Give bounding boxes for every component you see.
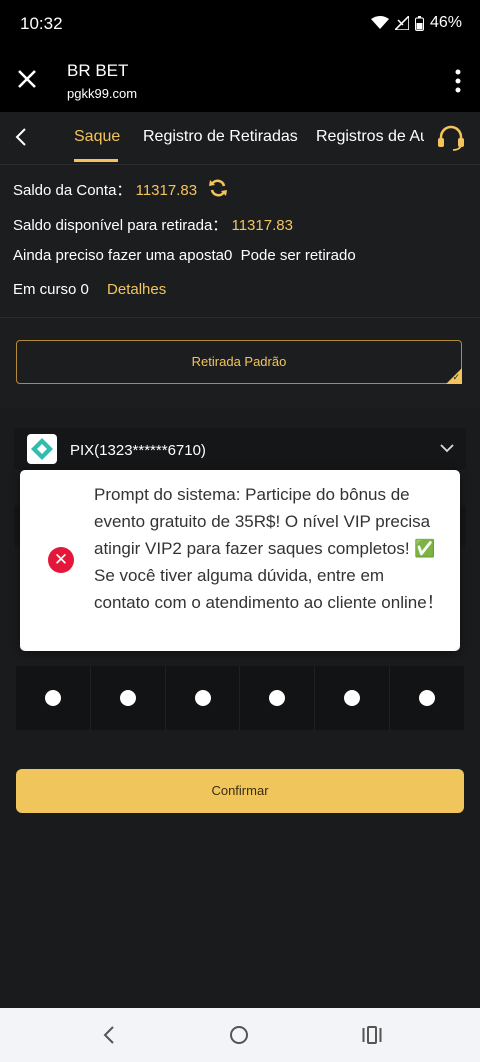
pin-dot [344, 690, 361, 706]
site-url: pgkk99.com [67, 86, 138, 101]
pin-cell[interactable] [240, 666, 316, 730]
tab-saque[interactable]: Saque [74, 128, 120, 146]
active-tab-indicator [74, 159, 118, 162]
pix-icon [27, 434, 57, 464]
tab-registros-auditoria[interactable]: Registros de Au [316, 128, 424, 146]
detalhes-link[interactable]: Detalhes [107, 281, 166, 298]
refresh-icon[interactable] [208, 178, 228, 198]
confirm-label: Confirmar [211, 783, 269, 798]
pin-dot [269, 690, 286, 706]
tab-registro-retiradas[interactable]: Registro de Retiradas [143, 128, 298, 146]
close-icon[interactable] [14, 66, 40, 92]
pin-dot [194, 690, 211, 706]
saldo-disponivel-label: Saldo disponível para retirada： [13, 217, 228, 234]
status-bar: 10:32 46% [0, 0, 480, 48]
chevron-left-icon[interactable] [12, 126, 32, 148]
saldo-disponivel-value: 11317.83 [231, 217, 293, 234]
em-curso-row: Em curso 0 Detalhes [13, 281, 166, 298]
more-vert-icon[interactable] [454, 69, 462, 93]
confirm-button[interactable]: Confirmar [16, 769, 464, 813]
battery-percent: 46% [429, 14, 462, 31]
wifi-icon [370, 16, 389, 29]
popup-message: Prompt do sistema: Participe do bônus de… [94, 485, 444, 612]
password-pin-input[interactable] [16, 666, 464, 730]
pin-dot [44, 690, 61, 706]
pin-cell[interactable] [16, 666, 91, 730]
chevron-down-icon[interactable] [438, 441, 456, 455]
em-curso-text: Em curso 0 [13, 281, 89, 298]
saldo-conta-row: Saldo da Conta： 11317.83 [13, 179, 197, 200]
nav-back-icon[interactable] [100, 1024, 118, 1046]
saldo-conta-value: 11317.83 [135, 182, 198, 199]
pin-cell[interactable] [390, 666, 464, 730]
battery-icon [414, 15, 424, 31]
status-time: 10:32 [20, 14, 63, 33]
pin-dot [419, 690, 436, 706]
pin-dot [119, 690, 136, 706]
status-icons: 46% [370, 14, 462, 32]
error-icon: ✕ [48, 547, 74, 573]
divider [0, 317, 480, 318]
aposta-info: Ainda preciso fazer uma aposta0 Pode ser… [13, 247, 356, 264]
signal-icon [394, 16, 409, 30]
pin-cell[interactable] [90, 666, 166, 730]
pix-account-label: PIX(1323******6710) [70, 442, 206, 459]
retirada-padrao-label: Retirada Padrão [191, 354, 287, 369]
system-prompt-popup: ✕ Prompt do sistema: Participe do bônus … [20, 470, 460, 651]
pin-cell[interactable] [165, 666, 241, 730]
pin-cell[interactable] [315, 666, 391, 730]
nav-recent-icon[interactable] [362, 1026, 382, 1044]
site-title: BR BET [67, 61, 129, 80]
check-icon: ✓ [452, 372, 460, 382]
retirada-padrao-option[interactable]: Retirada Padrão ✓ [16, 340, 462, 384]
headset-icon[interactable] [437, 125, 465, 151]
nav-home-icon[interactable] [230, 1026, 248, 1044]
saldo-disponivel-row: Saldo disponível para retirada： 11317.83 [13, 214, 293, 235]
saldo-conta-label: Saldo da Conta： [13, 182, 132, 199]
